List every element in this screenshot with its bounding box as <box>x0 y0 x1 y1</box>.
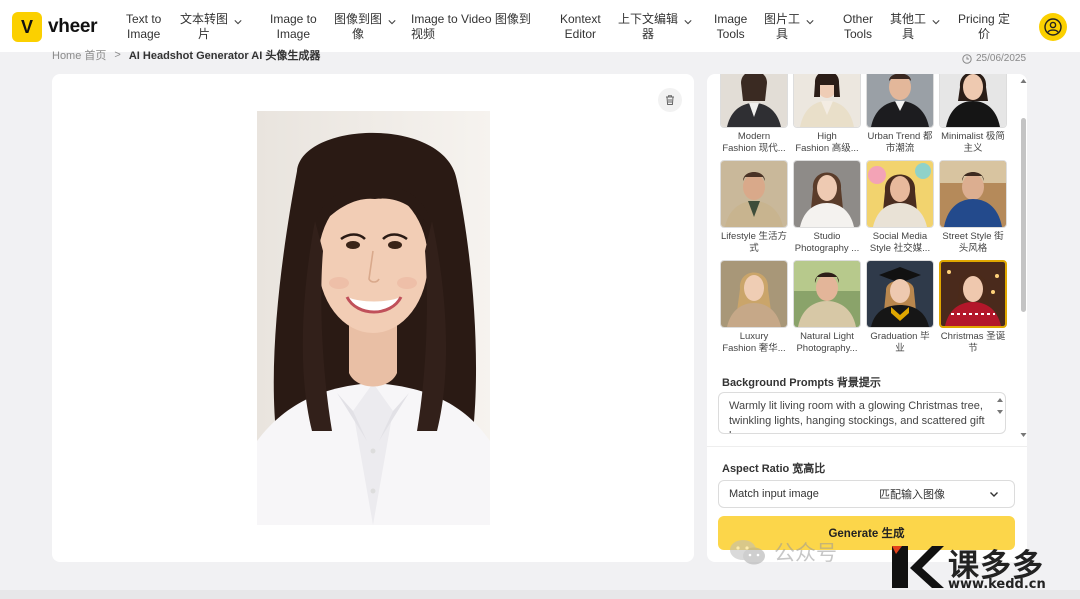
aspect-ratio-selected-zh: 匹配输入图像 <box>879 489 945 501</box>
style-card-minimalist[interactable]: Minimalist 极简 主义 <box>939 74 1007 155</box>
style-card-graduation[interactable]: Graduation 毕业 <box>866 260 934 355</box>
style-card-label: Lifestyle 生活方式 <box>721 231 787 254</box>
nav-image-tools[interactable]: Image Tools <box>714 12 747 42</box>
style-thumbnail <box>720 74 788 128</box>
delete-image-button[interactable] <box>658 88 682 112</box>
style-card-studio-photography[interactable]: Studio Photography ... <box>793 160 861 255</box>
chevron-down-icon <box>806 20 814 25</box>
style-thumbnail <box>866 74 934 128</box>
uploaded-portrait-image <box>257 111 490 525</box>
style-scrollbar[interactable] <box>1019 74 1027 445</box>
style-thumbnail <box>793 260 861 328</box>
nav-kontext-editor-zh[interactable]: 上下文编辑器 <box>618 12 692 42</box>
style-card-label: Studio Photography ... <box>794 231 860 254</box>
style-card-street-style[interactable]: Street Style 街头风格 <box>939 160 1007 255</box>
style-card-label: Social Media Style 社交媒... <box>869 231 931 254</box>
style-thumbnail <box>939 160 1007 228</box>
chevron-down-icon <box>990 492 998 497</box>
style-card-social-media[interactable]: Social Media Style 社交媒... <box>866 160 934 255</box>
style-card-natural-light[interactable]: Natural Light Photography... <box>793 260 861 355</box>
style-thumbnail <box>866 160 934 228</box>
style-card-lifestyle[interactable]: Lifestyle 生活方式 <box>720 160 788 255</box>
vheer-logo-icon: V <box>12 12 42 42</box>
style-card-label: Natural Light Photography... <box>796 331 858 354</box>
chevron-down-icon <box>932 20 940 25</box>
bottom-edge <box>0 590 1080 599</box>
brand-name: vheer <box>48 16 98 37</box>
style-card-label: Street Style 街头风格 <box>942 231 1004 254</box>
panel-divider <box>707 446 1027 447</box>
top-header: V vheer Text to Image 文本转图片 Image to Image… <box>0 0 1080 52</box>
aspect-ratio-label: Aspect Ratio 宽高比 <box>722 463 826 475</box>
nav-kontext-editor[interactable]: Kontext Editor <box>560 12 601 42</box>
aspect-ratio-select[interactable]: Match input image 匹配输入图像 <box>718 480 1015 508</box>
style-thumbnail <box>720 160 788 228</box>
settings-panel: Modern Fashion 现代... High Fashion 高级... Ur… <box>707 74 1027 562</box>
style-card-modern-fashion[interactable]: Modern Fashion 现代... <box>720 74 788 155</box>
style-card-christmas[interactable]: Christmas 圣诞节 <box>939 260 1007 355</box>
breadcrumb-home[interactable]: Home 首页 <box>52 47 106 63</box>
nav-image-to-video[interactable]: Image to Video 图像到 视频 <box>411 12 531 42</box>
style-card-high-fashion[interactable]: High Fashion 高级... <box>793 74 861 155</box>
kedd-watermark: 课多多 www.kedd.cn <box>888 540 1078 595</box>
style-thumbnail <box>793 74 861 128</box>
aspect-ratio-selected-en: Match input image <box>729 488 819 500</box>
chevron-down-icon <box>234 20 242 25</box>
scrollbar-thumb[interactable] <box>1021 118 1026 312</box>
chevron-down-icon <box>388 20 396 25</box>
scroll-up-icon[interactable] <box>1020 78 1027 84</box>
style-card-label: Luxury Fashion 奢华... <box>722 331 786 354</box>
nav-other-tools[interactable]: Other Tools <box>843 12 873 42</box>
nav-pricing[interactable]: Pricing 定价 <box>958 12 1010 42</box>
style-thumbnail-selected <box>939 260 1007 328</box>
chevron-down-icon <box>684 20 692 25</box>
style-card-label: Modern Fashion 现代... <box>722 131 786 154</box>
nav-text-to-image-zh[interactable]: 文本转图片 <box>180 12 242 42</box>
user-account-button[interactable] <box>1039 13 1067 41</box>
style-card-luxury-fashion[interactable]: Luxury Fashion 奢华... <box>720 260 788 355</box>
background-prompt-text: Warmly lit living room with a glowing Ch… <box>729 400 985 433</box>
style-thumbnail <box>939 74 1007 128</box>
nav-image-to-image-zh[interactable]: 图像到图像 <box>334 12 396 42</box>
wechat-watermark: 公众号 <box>728 537 837 567</box>
image-preview-panel <box>52 74 694 562</box>
style-thumbnail <box>866 260 934 328</box>
scroll-down-icon[interactable] <box>1020 432 1027 438</box>
style-card-label: Graduation 毕业 <box>870 331 930 354</box>
kedd-logo-icon <box>892 546 944 588</box>
breadcrumb-current: AI Headshot Generator AI 头像生成器 <box>128 50 321 62</box>
user-icon <box>1044 18 1062 36</box>
textarea-spinner-icon[interactable] <box>996 396 1004 416</box>
clock-icon <box>962 53 972 64</box>
nav-image-tools-zh[interactable]: 图片工具 <box>764 12 814 42</box>
brand-logo[interactable]: V vheer <box>12 12 98 42</box>
trash-icon <box>666 95 674 105</box>
wechat-icon <box>730 540 765 565</box>
date-text: 25/06/2025 <box>976 53 1027 64</box>
nav-image-to-image[interactable]: Image to Image <box>270 12 317 42</box>
style-card-urban-trend[interactable]: Urban Trend 都市潮流 <box>866 74 934 155</box>
style-options-scroll-area[interactable]: Modern Fashion 现代... High Fashion 高级... Ur… <box>707 74 1027 445</box>
nav-text-to-image[interactable]: Text to Image <box>126 12 161 42</box>
breadcrumb: Home 首页 > AI Headshot Generator AI 头像生成器 <box>52 47 320 63</box>
background-prompts-label: Background Prompts 背景提示 <box>722 377 881 389</box>
background-prompt-textarea[interactable]: Warmly lit living room with a glowing Ch… <box>718 392 1006 434</box>
style-thumbnail <box>720 260 788 328</box>
style-card-label: Urban Trend 都市潮流 <box>867 131 933 154</box>
style-thumbnail <box>793 160 861 228</box>
breadcrumb-separator: > <box>114 49 121 61</box>
style-card-label: Christmas 圣诞节 <box>940 331 1006 354</box>
style-card-label: Minimalist 极简 主义 <box>941 131 1005 154</box>
wechat-watermark-text: 公众号 <box>774 541 837 565</box>
style-card-label: High Fashion 高级... <box>795 131 859 154</box>
date-stamp: 25/06/2025 <box>962 53 1026 64</box>
nav-other-tools-zh[interactable]: 其他工具 <box>890 12 940 42</box>
